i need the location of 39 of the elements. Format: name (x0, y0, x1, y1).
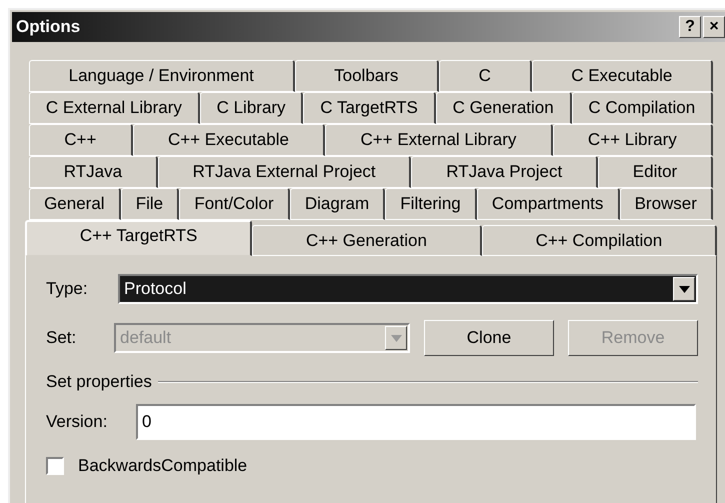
push-button[interactable]: Clone (424, 320, 554, 356)
tab[interactable]: Diagram (290, 188, 386, 220)
tab[interactable]: C (439, 60, 532, 92)
tab[interactable]: C Executable (532, 60, 713, 92)
tab[interactable]: Toolbars (294, 60, 440, 92)
tab[interactable]: C Library (200, 92, 304, 124)
tab[interactable]: C++ Library (552, 124, 714, 156)
tab[interactable]: C Generation (436, 92, 572, 124)
tab[interactable]: C++ Generation (252, 225, 482, 256)
tab[interactable]: RTJava Project (411, 156, 598, 188)
field-label: Version: (46, 412, 108, 432)
checkbox-label: BackwardsCompatible (78, 456, 248, 476)
help-button[interactable]: ? (679, 16, 701, 38)
window-title: Options (16, 17, 80, 37)
tab[interactable]: C++ Compilation (482, 225, 718, 256)
field-label: Set: (46, 328, 78, 348)
tab[interactable]: Font/Color (179, 188, 290, 220)
tab[interactable]: C++ (29, 124, 133, 156)
type-dropdown[interactable]: Protocol (118, 274, 698, 304)
checkbox[interactable] (46, 457, 64, 475)
tab[interactable]: C External Library (29, 92, 200, 124)
tab[interactable]: Compartments (476, 188, 620, 220)
tab[interactable]: C TargetRTS (303, 92, 436, 124)
close-button[interactable]: × (703, 16, 725, 38)
tab[interactable]: C++ External Library (325, 124, 553, 156)
group-title: Set properties (46, 372, 152, 392)
tab[interactable]: C Compilation (572, 92, 713, 124)
tab[interactable]: Language / Environment (29, 60, 295, 92)
tab[interactable]: C++ Executable (132, 124, 326, 156)
field-label: Type: (46, 279, 89, 299)
tab[interactable]: Filtering (385, 188, 477, 220)
tab[interactable]: File (120, 188, 180, 220)
tab[interactable]: RTJava External Project (158, 156, 412, 188)
tab[interactable]: RTJava (29, 156, 158, 188)
tab[interactable]: C++ TargetRTS (25, 220, 252, 256)
tab[interactable]: Editor (598, 156, 714, 188)
tab[interactable]: General (29, 188, 121, 220)
tab[interactable]: Browser (620, 188, 714, 220)
version-field[interactable]: 0 (136, 404, 696, 440)
